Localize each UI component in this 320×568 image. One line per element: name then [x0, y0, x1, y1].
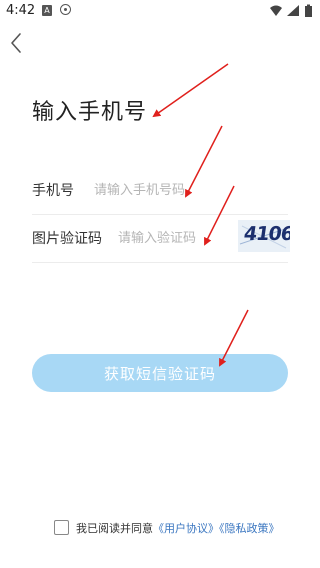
- battery-icon: [305, 4, 312, 17]
- captcha-label: 图片验证码: [32, 231, 102, 247]
- signal-icon: [287, 5, 299, 16]
- status-bar: 4:42 A: [0, 0, 320, 24]
- login-phone-screen: 4:42 A 输入手机号 手机号 图片验证码: [0, 0, 320, 568]
- notification-circle-icon: [60, 4, 71, 15]
- chevron-left-icon: [11, 33, 21, 53]
- status-icons: [270, 4, 312, 17]
- status-time: 4:42: [6, 3, 36, 18]
- phone-label: 手机号: [32, 183, 74, 199]
- captcha-image[interactable]: 41062: [238, 220, 290, 252]
- arrow-to-title: [152, 63, 229, 118]
- back-button[interactable]: [6, 30, 28, 56]
- page-title: 输入手机号: [32, 100, 148, 125]
- user-agreement-link[interactable]: 《用户协议》: [153, 522, 219, 535]
- notification-a-icon: A: [42, 5, 52, 16]
- get-sms-code-button[interactable]: 获取短信验证码: [32, 354, 288, 392]
- agree-checkbox[interactable]: [54, 520, 69, 535]
- agreement-text: 我已阅读并同意《用户协议》《隐私政策》: [76, 520, 280, 536]
- privacy-policy-link[interactable]: 《隐私政策》: [219, 522, 280, 535]
- wifi-icon: [270, 5, 282, 16]
- agreement-prefix: 我已阅读并同意: [76, 522, 153, 535]
- phone-row: 手机号: [32, 168, 288, 215]
- captcha-input[interactable]: [118, 227, 228, 249]
- captcha-row: 图片验证码 41062: [32, 216, 290, 263]
- phone-input[interactable]: [94, 179, 214, 201]
- captcha-text: 41062: [242, 223, 290, 245]
- annotation-arrows: [152, 63, 249, 367]
